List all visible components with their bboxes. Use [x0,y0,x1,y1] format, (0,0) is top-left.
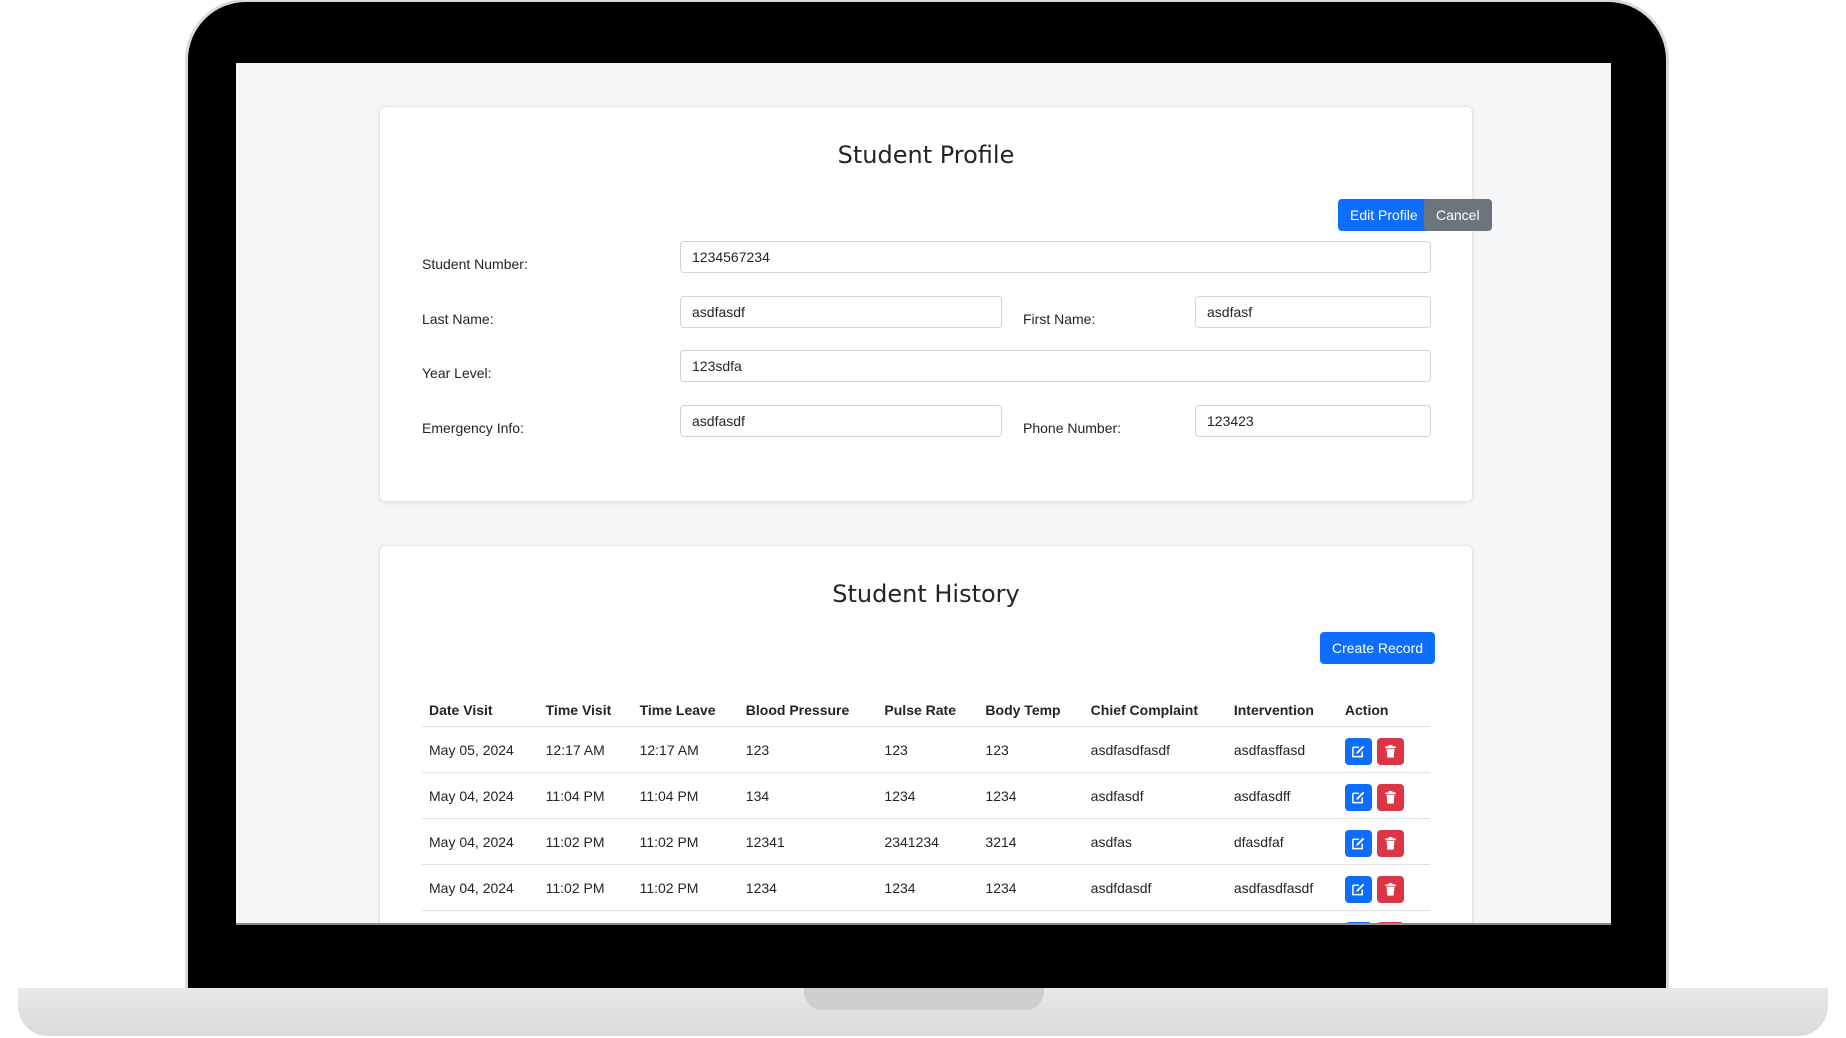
cell-intervention: asdfasdfasdf [1226,864,1338,911]
edit-record-button[interactable] [1344,830,1372,857]
laptop-notch [804,988,1044,1010]
cell-action [1337,910,1430,923]
edit-profile-button[interactable]: Edit Profile [1338,199,1430,231]
cell-chief-complaint: asdfasdf [1083,910,1227,923]
column-header-chief-complaint: Chief Complaint [1083,694,1227,727]
cell-pulse-rate: 123 [877,726,979,773]
cell-action [1337,772,1430,819]
table-row: May 05, 2024 12:17 AM 12:17 AM 123 123 123 asd… [422,726,1430,773]
cell-blood-pressure: 1234 [738,864,878,911]
create-record-button[interactable]: Create Record [1320,632,1436,664]
cell-intervention: dfasdfaf [1226,818,1338,865]
year-level-label: Year Level: [422,365,492,381]
student-number-field[interactable] [680,241,1431,273]
cell-blood-pressure: 134 [738,772,878,819]
delete-record-button[interactable] [1376,876,1404,903]
cell-time-leave: 11:02 PM [632,864,739,911]
cell-pulse-rate: 2341234 [877,818,979,865]
last-name-label: Last Name: [422,311,494,327]
table-row: May 04, 202411:02 PM11:02 PM123412341234… [422,818,1430,865]
year-level-field[interactable] [680,350,1431,382]
student-number-label: Student Number: [422,256,528,272]
cell-chief-complaint: asdfasdfasdf [1083,726,1227,773]
edit-record-button[interactable] [1344,738,1372,765]
cell-pulse-rate: 1234 [877,910,979,923]
delete-record-button[interactable] [1376,738,1404,765]
cell-time-visit: 11:04 PM [538,772,633,819]
column-header-date-visit: Date Visit [422,694,539,727]
cell-intervention: asdfasdffa [1226,910,1338,923]
history-title: Student History [832,580,1020,608]
phone-number-field[interactable] [1195,405,1431,437]
table-row: May 04, 202411:02 PM11:02 PM123412341234… [422,864,1430,911]
table-header-row: Date Visit Time Visit Time Leave Blood P… [422,694,1430,727]
column-header-time-leave: Time Leave [632,694,739,727]
cell-action [1337,726,1430,773]
cell-date-visit: May 04, 2024 [422,910,539,923]
cell-body-temp: 1234 [978,864,1084,911]
column-header-pulse-rate: Pulse Rate [877,694,979,727]
cell-body-temp: 3214 [978,818,1084,865]
cell-chief-complaint: asdfas [1083,818,1227,865]
cell-time-leave: 09:25 PM [632,910,739,923]
cell-time-visit: 11:02 PM [538,864,633,911]
cell-chief-complaint: asdfdasdf [1083,864,1227,911]
column-header-blood-pressure: Blood Pressure [738,694,878,727]
cell-time-visit: 09:25 PM [538,910,633,923]
edit-record-button[interactable] [1344,922,1372,923]
column-header-time-visit: Time Visit [538,694,633,727]
delete-record-button[interactable] [1376,830,1404,857]
cell-blood-pressure: 123 [738,726,878,773]
delete-record-button[interactable] [1376,784,1404,811]
cell-time-leave: 11:02 PM [632,818,739,865]
cancel-button[interactable]: Cancel [1424,199,1492,231]
phone-number-label: Phone Number: [1023,420,1122,436]
cell-body-temp: 123 [978,726,1084,773]
cell-date-visit: May 04, 2024 [422,864,539,911]
emergency-info-label: Emergency Info: [422,420,524,436]
cell-action [1337,818,1430,865]
column-header-action: Action [1337,694,1430,727]
student-history-card: Student History Create Record Date Visit… [379,545,1473,923]
cell-action [1337,864,1430,911]
profile-title: Student Profile [837,141,1015,169]
cell-pulse-rate: 1234 [877,864,979,911]
cell-time-visit: 11:02 PM [538,818,633,865]
history-table: Date Visit Time Visit Time Leave Blood P… [422,694,1430,923]
cell-body-temp: 1234 [978,772,1084,819]
cell-date-visit: May 05, 2024 [422,726,539,773]
cell-body-temp: 1234 [978,910,1084,923]
cell-pulse-rate: 1234 [877,772,979,819]
edit-record-button[interactable] [1344,784,1372,811]
last-name-field[interactable] [680,296,1002,328]
cell-blood-pressure: 12341 [738,818,878,865]
table-row: May 04, 2024 11:04 PM 11:04 PM 134 1234 1234 a… [422,772,1430,819]
screen: Student Profile Edit Profile Cancel Stud… [236,63,1611,925]
cell-blood-pressure: 1234 [738,910,878,923]
cell-intervention: asdfasdff [1226,772,1338,819]
table-row: May 04, 202409:25 PM09:25 PM123412341234… [422,910,1430,923]
delete-record-button[interactable] [1376,922,1404,923]
cell-time-visit: 12:17 AM [538,726,633,773]
cell-time-leave: 12:17 AM [632,726,739,773]
cell-intervention: asdfasffasd [1226,726,1338,773]
cell-time-leave: 11:04 PM [632,772,739,819]
cell-date-visit: May 04, 2024 [422,818,539,865]
emergency-info-field[interactable] [680,405,1002,437]
column-header-intervention: Intervention [1226,694,1338,727]
edit-record-button[interactable] [1344,876,1372,903]
column-header-body-temp: Body Temp [978,694,1084,727]
student-profile-card: Student Profile Edit Profile Cancel Stud… [379,106,1492,502]
first-name-field[interactable] [1195,296,1431,328]
cell-chief-complaint: asdfasdf [1083,772,1227,819]
cell-date-visit: May 04, 2024 [422,772,539,819]
first-name-label: First Name: [1023,311,1096,327]
